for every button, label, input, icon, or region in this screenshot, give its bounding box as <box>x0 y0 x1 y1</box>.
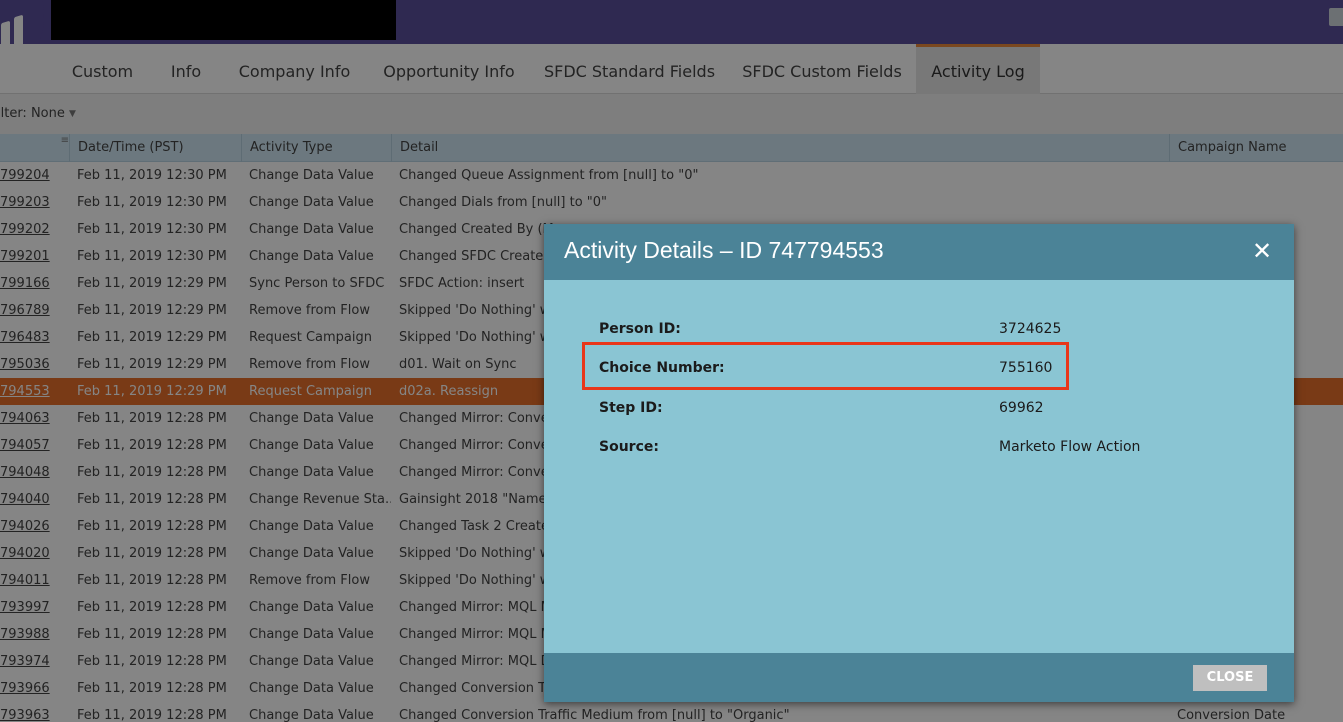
close-x-icon[interactable]: ✕ <box>1252 238 1272 264</box>
detail-label: Person ID: <box>599 321 681 337</box>
detail-row-source: Source: Marketo Flow Action <box>599 436 1199 458</box>
activity-details-dialog: Activity Details – ID 747794553 ✕ Person… <box>544 224 1294 702</box>
detail-value: Marketo Flow Action <box>999 439 1141 455</box>
detail-label: Step ID: <box>599 400 663 416</box>
detail-label: Source: <box>599 439 659 455</box>
dialog-header: Activity Details – ID 747794553 ✕ <box>544 224 1294 280</box>
detail-value: 3724625 <box>999 321 1062 337</box>
dialog-footer: CLOSE <box>544 653 1294 702</box>
detail-row-step-id: Step ID: 69962 <box>599 397 1199 419</box>
close-button[interactable]: CLOSE <box>1193 665 1267 691</box>
detail-row-person-id: Person ID: 3724625 <box>599 318 1199 340</box>
highlight-annotation-box <box>582 342 1069 390</box>
detail-value: 69962 <box>999 400 1044 416</box>
dialog-title: Activity Details – ID 747794553 <box>564 237 884 263</box>
dialog-body: Person ID: 3724625 Choice Number: 755160… <box>544 280 1294 653</box>
